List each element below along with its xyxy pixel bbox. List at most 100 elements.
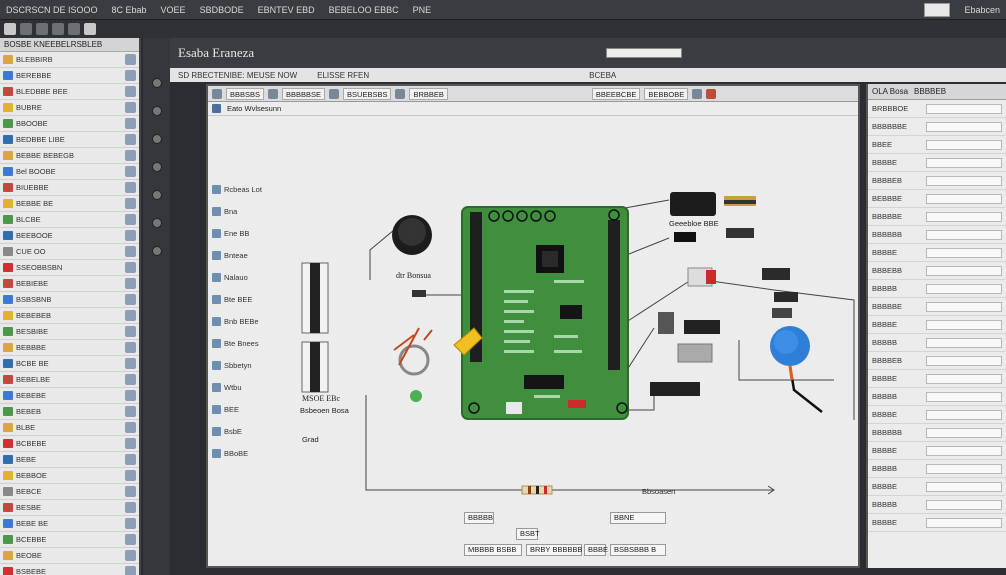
tool-delete-icon[interactable] <box>151 190 162 200</box>
library-item[interactable]: BEOBE <box>0 548 139 564</box>
placed-component-item[interactable]: Rcbeas Lot <box>212 178 274 200</box>
green-led-component[interactable] <box>410 390 422 402</box>
library-item[interactable]: BEBEB <box>0 404 139 420</box>
ic-chip-component[interactable] <box>684 320 720 334</box>
menu-icon[interactable] <box>4 23 16 35</box>
library-item[interactable]: BCEBBE <box>0 532 139 548</box>
status-field[interactable]: BBNE <box>610 512 666 524</box>
status-field[interactable]: BSBT <box>516 528 540 540</box>
schematic-canvas[interactable]: dtr Bonsua Geeebloe BBE Bbsoasen MSOE EB… <box>274 150 858 550</box>
library-item[interactable]: BCBEBE <box>0 436 139 452</box>
resistor-component[interactable] <box>521 485 553 495</box>
zoom-icon[interactable] <box>84 23 96 35</box>
property-value-field[interactable] <box>926 355 1002 366</box>
property-value-field[interactable] <box>926 265 1002 276</box>
status-field[interactable]: BRBY BBBBBB <box>526 544 582 556</box>
library-item[interactable]: BEBBE BE <box>0 196 139 212</box>
pin-header-2[interactable] <box>726 228 754 238</box>
save-icon[interactable] <box>36 23 48 35</box>
property-value-field[interactable] <box>926 463 1002 474</box>
library-item[interactable]: BLEBBIRB <box>0 52 139 68</box>
property-value-field[interactable] <box>926 427 1002 438</box>
library-item[interactable]: BEBCE <box>0 484 139 500</box>
tool-zoom-icon[interactable] <box>151 218 162 228</box>
led-component[interactable] <box>393 327 433 376</box>
microcontroller-board[interactable] <box>461 206 629 420</box>
editor-tab[interactable]: BEBBOBE <box>644 87 689 100</box>
undo-icon[interactable] <box>52 23 64 35</box>
tool-pan-icon[interactable] <box>151 246 162 256</box>
placed-component-item[interactable]: Bte BEE <box>212 288 274 310</box>
editor-tab[interactable]: BRBBEB <box>409 87 448 100</box>
diode-component[interactable] <box>412 290 426 297</box>
property-value-field[interactable] <box>926 247 1002 258</box>
library-item[interactable]: BUBRE <box>0 100 139 116</box>
property-value-field[interactable] <box>926 445 1002 456</box>
library-item[interactable]: BSBSBNB <box>0 292 139 308</box>
placed-component-item[interactable]: Sbbetyn <box>212 354 274 376</box>
library-item[interactable]: BEBBBE <box>0 340 139 356</box>
tool-wire-icon[interactable] <box>151 106 162 116</box>
redo-icon[interactable] <box>68 23 80 35</box>
property-value-field[interactable] <box>926 103 1002 114</box>
property-value-field[interactable] <box>926 391 1002 402</box>
library-item[interactable]: BEBEBE <box>0 388 139 404</box>
document-tab[interactable] <box>606 48 683 58</box>
editor-tab[interactable]: BBBBBSE <box>282 87 326 100</box>
close-icon[interactable] <box>706 88 717 99</box>
status-field[interactable]: BBBBB <box>464 512 494 524</box>
property-value-field[interactable] <box>926 373 1002 384</box>
property-value-field[interactable] <box>926 499 1002 510</box>
property-value-field[interactable] <box>926 301 1002 312</box>
label-icon[interactable] <box>395 88 406 99</box>
property-value-field[interactable] <box>926 409 1002 420</box>
status-field[interactable]: BBBE <box>584 544 608 556</box>
connector-component[interactable] <box>650 382 700 396</box>
library-item[interactable]: BEBELBE <box>0 372 139 388</box>
library-item[interactable]: SSEOBBSBN <box>0 260 139 276</box>
library-item[interactable]: BEBBOE <box>0 468 139 484</box>
placed-component-item[interactable]: BBoBE <box>212 442 274 464</box>
status-field[interactable]: MBBBB BSBB <box>464 544 522 556</box>
library-item[interactable]: BEBEBEB <box>0 308 139 324</box>
pointer-icon[interactable] <box>212 88 222 99</box>
module-component[interactable] <box>677 343 713 363</box>
library-item[interactable]: BLCBE <box>0 212 139 228</box>
editor-tab[interactable]: BSUEBSBS <box>343 87 392 100</box>
header-connector-2[interactable] <box>301 341 329 393</box>
property-value-field[interactable] <box>926 481 1002 492</box>
library-item[interactable]: BEDBBE LIBE <box>0 132 139 148</box>
tool-select-icon[interactable] <box>151 78 162 88</box>
properties-tab[interactable]: BBBBEB <box>914 87 946 96</box>
placed-component-item[interactable]: BsbE <box>212 420 274 442</box>
library-item[interactable]: BIUEBBE <box>0 180 139 196</box>
property-value-field[interactable] <box>926 319 1002 330</box>
property-value-field[interactable] <box>926 193 1002 204</box>
placed-component-item[interactable]: Wtbu <box>212 376 274 398</box>
library-item[interactable]: BESBE <box>0 500 139 516</box>
placed-component-item[interactable]: BEE <box>212 398 274 420</box>
property-value-field[interactable] <box>926 121 1002 132</box>
tool-move-icon[interactable] <box>151 134 162 144</box>
pin-header-1[interactable] <box>724 196 756 206</box>
editor-tab[interactable]: BBBSBS <box>226 87 265 100</box>
buzzer-component[interactable] <box>392 215 432 255</box>
property-value-field[interactable] <box>926 175 1002 186</box>
library-item[interactable]: BEBE <box>0 452 139 468</box>
library-item[interactable]: BSBEBE <box>0 564 139 575</box>
header-connector-1[interactable] <box>301 262 329 334</box>
library-item[interactable]: Bel BOOBE <box>0 164 139 180</box>
library-item[interactable]: BEEBOOE <box>0 228 139 244</box>
library-item[interactable]: BLEDBBE BEE <box>0 84 139 100</box>
wire-icon[interactable] <box>329 88 340 99</box>
library-item[interactable]: BEREBBE <box>0 68 139 84</box>
property-value-field[interactable] <box>926 517 1002 528</box>
property-value-field[interactable] <box>926 229 1002 240</box>
library-item[interactable]: BLBE <box>0 420 139 436</box>
transistor-component[interactable] <box>658 312 674 334</box>
editor-tab[interactable]: BBEEBCBE <box>591 87 641 100</box>
jumper-cables[interactable] <box>762 268 798 318</box>
status-field[interactable]: BSBSBBB B <box>610 544 666 556</box>
library-item[interactable]: BEBE BE <box>0 516 139 532</box>
placed-component-item[interactable]: Bnteae <box>212 244 274 266</box>
